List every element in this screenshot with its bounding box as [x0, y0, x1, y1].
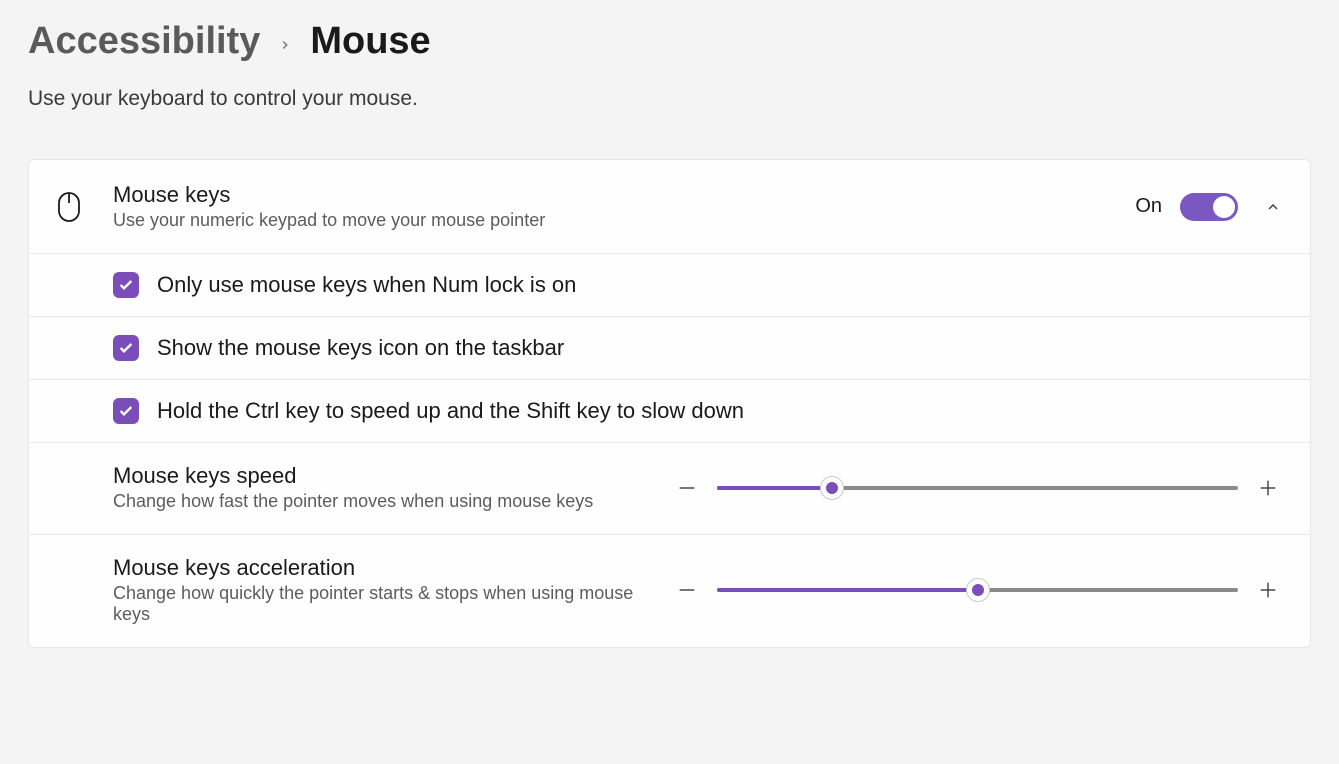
- ctrl-shift-label: Hold the Ctrl key to speed up and the Sh…: [157, 398, 744, 424]
- taskbar-icon-label: Show the mouse keys icon on the taskbar: [157, 335, 564, 361]
- mouse-keys-header-row[interactable]: Mouse keys Use your numeric keypad to mo…: [29, 160, 1310, 254]
- toggle-state-label: On: [1135, 195, 1162, 218]
- speed-slider-row: Mouse keys speed Change how fast the poi…: [29, 443, 1310, 535]
- mouse-icon: [57, 191, 89, 223]
- breadcrumb: Accessibility Mouse: [28, 20, 1311, 63]
- acceleration-decrease-button[interactable]: [673, 576, 701, 604]
- taskbar-icon-checkbox[interactable]: [113, 335, 139, 361]
- acceleration-slider-row: Mouse keys acceleration Change how quick…: [29, 535, 1310, 647]
- acceleration-slider[interactable]: [717, 588, 1238, 592]
- acceleration-title: Mouse keys acceleration: [113, 555, 643, 581]
- numlock-label: Only use mouse keys when Num lock is on: [157, 272, 576, 298]
- speed-slider[interactable]: [717, 486, 1238, 490]
- chevron-up-icon[interactable]: [1264, 198, 1282, 216]
- mouse-keys-toggle[interactable]: [1180, 193, 1238, 221]
- acceleration-description: Change how quickly the pointer starts & …: [113, 583, 643, 625]
- mouse-keys-text: Mouse keys Use your numeric keypad to mo…: [113, 182, 1135, 231]
- ctrl-shift-checkbox[interactable]: [113, 398, 139, 424]
- page-title: Mouse: [310, 20, 430, 63]
- speed-decrease-button[interactable]: [673, 474, 701, 502]
- numlock-option-row: Only use mouse keys when Num lock is on: [29, 254, 1310, 317]
- taskbar-icon-option-row: Show the mouse keys icon on the taskbar: [29, 317, 1310, 380]
- acceleration-increase-button[interactable]: [1254, 576, 1282, 604]
- chevron-right-icon: [278, 32, 292, 58]
- mouse-keys-description: Use your numeric keypad to move your mou…: [113, 210, 1135, 231]
- speed-increase-button[interactable]: [1254, 474, 1282, 502]
- speed-description: Change how fast the pointer moves when u…: [113, 491, 643, 512]
- ctrl-shift-option-row: Hold the Ctrl key to speed up and the Sh…: [29, 380, 1310, 443]
- settings-panel: Mouse keys Use your numeric keypad to mo…: [28, 159, 1311, 648]
- numlock-checkbox[interactable]: [113, 272, 139, 298]
- page-description: Use your keyboard to control your mouse.: [28, 87, 1311, 111]
- breadcrumb-parent[interactable]: Accessibility: [28, 20, 260, 63]
- speed-title: Mouse keys speed: [113, 463, 643, 489]
- mouse-keys-title: Mouse keys: [113, 182, 1135, 208]
